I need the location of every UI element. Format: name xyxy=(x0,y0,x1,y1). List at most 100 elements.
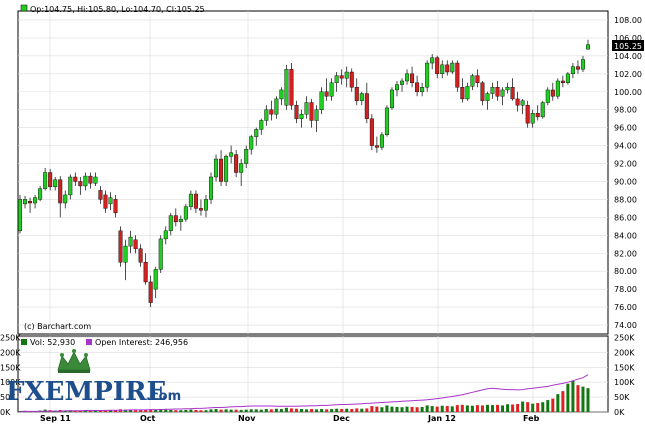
price-tick-label: 102.00 xyxy=(614,70,642,79)
candle-body xyxy=(53,179,58,188)
candle-body xyxy=(435,57,440,75)
volume-bar xyxy=(425,405,429,412)
volume-bar xyxy=(174,410,178,412)
candle-body xyxy=(445,64,450,73)
volume-bar xyxy=(480,405,484,412)
candle-body xyxy=(68,176,73,196)
x-tick-label: Sep 11 xyxy=(40,414,71,423)
volume-bar xyxy=(204,410,208,412)
candle-body xyxy=(410,73,415,83)
candle-body xyxy=(540,102,545,118)
candle-body xyxy=(188,193,193,207)
candle-body xyxy=(63,194,68,204)
candle-body xyxy=(400,80,405,85)
volume-bar xyxy=(440,405,444,412)
candle-body xyxy=(570,66,575,75)
candle-body xyxy=(244,148,249,164)
volume-bar xyxy=(470,405,474,412)
candle-body xyxy=(284,69,289,106)
volume-bar xyxy=(219,409,223,412)
candle-body xyxy=(28,201,33,204)
candle-body xyxy=(525,105,530,124)
candle-body xyxy=(530,113,535,124)
volume-bar xyxy=(475,405,479,412)
candle-body xyxy=(430,57,435,64)
candle-body xyxy=(178,218,183,223)
candle-body xyxy=(148,281,153,303)
candle-body xyxy=(118,230,123,263)
volume-bar xyxy=(385,405,389,412)
candle-body xyxy=(490,87,495,94)
volume-bar xyxy=(576,385,580,412)
price-tick-label: 80.00 xyxy=(614,267,637,276)
volume-bar xyxy=(315,409,319,412)
price-tick-label: 82.00 xyxy=(614,249,637,258)
volume-bar xyxy=(299,409,303,412)
candle-body xyxy=(495,87,500,97)
candle-body xyxy=(485,93,490,101)
candle-body xyxy=(425,62,430,88)
volume-bar xyxy=(586,388,590,412)
candle-body xyxy=(565,73,570,83)
candle-body xyxy=(405,73,410,82)
volume-bar xyxy=(179,410,183,412)
candle-body xyxy=(415,82,420,92)
price-tick-label: 100.00 xyxy=(614,88,642,97)
candle-body xyxy=(78,181,83,187)
candle-body xyxy=(364,93,369,119)
candle-body xyxy=(183,206,188,220)
last-price-label: 105.25 xyxy=(614,42,642,51)
volume-bar xyxy=(546,400,550,412)
volume-bar xyxy=(194,409,198,412)
vol-legend-label: Vol: 52,930 xyxy=(30,338,75,347)
candle-body xyxy=(560,80,565,83)
x-tick-label: Dec xyxy=(333,414,350,423)
volume-y-axis-right: 250K 200K 150K 100K 50K 0K xyxy=(614,333,635,417)
volume-bar xyxy=(335,408,339,412)
candle-body xyxy=(269,109,274,115)
volume-bar xyxy=(269,409,273,412)
price-tick-label: 92.00 xyxy=(614,160,637,169)
candle-body xyxy=(103,194,108,209)
candle-body xyxy=(575,66,580,70)
x-tick-label: Feb xyxy=(523,414,540,423)
volume-bar xyxy=(229,409,233,412)
volume-bar xyxy=(274,408,278,412)
volume-bar xyxy=(375,406,379,412)
oi-legend-label: Open Interest: 246,956 xyxy=(95,338,188,347)
volume-bar xyxy=(320,409,324,412)
candle-body xyxy=(259,120,264,130)
volume-bar xyxy=(199,410,203,412)
header-marker-icon xyxy=(20,4,28,12)
volume-bar xyxy=(485,404,489,412)
volume-bar xyxy=(164,409,168,412)
volume-bar xyxy=(134,410,138,412)
volume-bar xyxy=(445,406,449,412)
candle-body xyxy=(18,199,23,232)
volume-bar xyxy=(284,407,288,412)
volume-bar xyxy=(224,409,228,412)
candle-body xyxy=(420,87,425,92)
candle-body xyxy=(379,134,384,148)
candle-body xyxy=(279,89,284,100)
candle-body xyxy=(93,176,98,184)
volume-bar xyxy=(501,405,505,412)
candle-body xyxy=(344,71,349,79)
volume-bar xyxy=(506,404,510,412)
candle-body xyxy=(214,158,219,178)
volume-bar xyxy=(234,409,238,412)
volume-bar xyxy=(516,403,520,412)
volume-bar xyxy=(571,380,575,412)
candle-body xyxy=(264,109,269,121)
candle-body xyxy=(480,82,485,101)
volume-bar xyxy=(511,404,515,412)
volume-bar xyxy=(551,398,555,412)
candle-body xyxy=(249,136,254,150)
volume-tick-label-right: 100K xyxy=(614,378,635,387)
candle-body xyxy=(450,62,455,73)
candle-body xyxy=(289,69,294,106)
volume-tick-label-left: 200K xyxy=(0,348,21,357)
candle-body xyxy=(354,87,359,101)
candle-body xyxy=(520,100,525,106)
volume-bar xyxy=(526,402,530,412)
